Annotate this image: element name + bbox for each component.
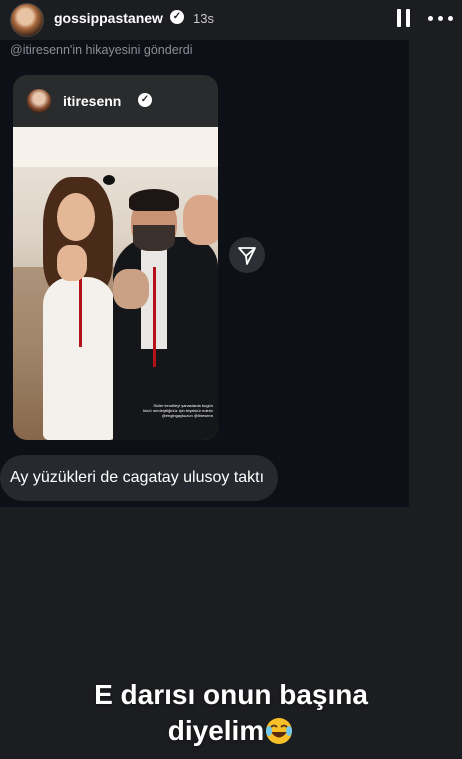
laughing-emoji-icon [264, 717, 294, 745]
post-time: 13s [193, 11, 214, 26]
story-avatar [27, 89, 51, 113]
avatar[interactable] [10, 3, 44, 37]
overlay-line-2-text: diyelim [167, 715, 265, 746]
verified-badge-icon: ✓ [170, 10, 184, 24]
caption-line: @engingaykuzun @itiresenn [161, 413, 213, 418]
dm-panel: @itiresenn'in hikayesini gönderdi itires… [0, 40, 409, 507]
story-overlay-text: E darısı onun başına diyelim [0, 677, 462, 749]
shared-story-label: @itiresenn'in hikayesini gönderdi [10, 43, 193, 57]
story-card-header: itiresenn ✓ [13, 75, 218, 127]
more-icon[interactable] [428, 16, 454, 22]
verified-badge-icon: ✓ [138, 93, 152, 107]
story-caption: Sizler kendileyi yanaslarda bugün hücü n… [135, 403, 213, 418]
message-bubble[interactable]: Ay yüzükleri de cagatay ulusoy taktı [0, 455, 279, 501]
story-header: gossippastanew ✓ 13s [0, 0, 462, 40]
share-icon[interactable] [229, 237, 265, 273]
username[interactable]: gossippastanew [54, 10, 163, 26]
story-username: itiresenn [63, 93, 122, 109]
story-photo: Sizler kendileyi yanaslarda bugün hücü n… [13, 127, 218, 440]
shared-story-card[interactable]: itiresenn ✓ Sizler kendileyi yanaslarda … [13, 75, 218, 440]
pause-icon[interactable] [397, 9, 411, 27]
overlay-line-2: diyelim [0, 713, 462, 749]
overlay-line-1: E darısı onun başına [94, 679, 368, 710]
